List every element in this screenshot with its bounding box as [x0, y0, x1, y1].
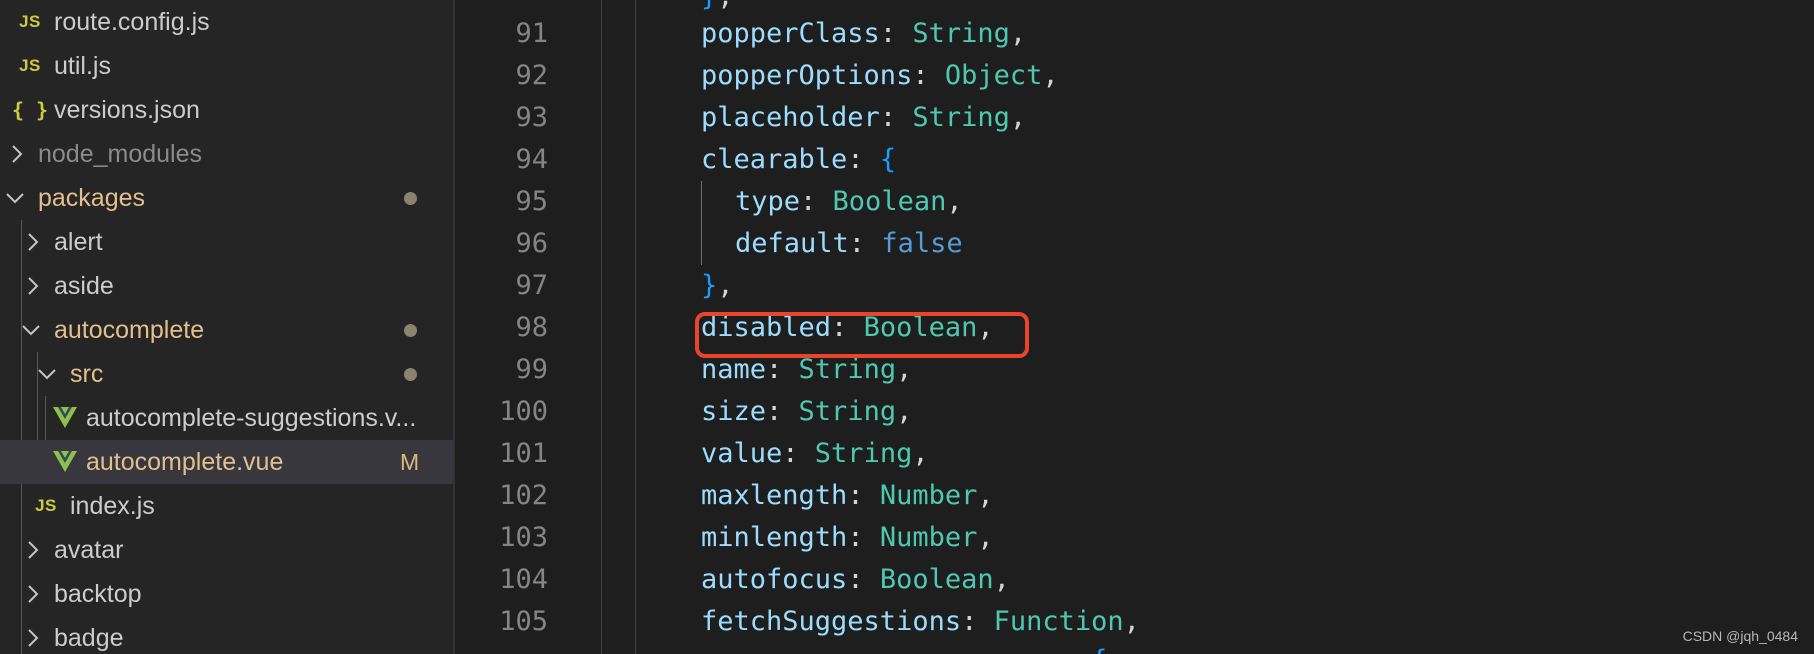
- explorer-folder-packages[interactable]: packages: [0, 176, 453, 220]
- explorer-item-label: src: [70, 360, 104, 388]
- code-line: minlength: Number,: [701, 522, 994, 553]
- chevron-right-icon: [24, 616, 42, 654]
- code-line: value: String,: [701, 438, 929, 469]
- explorer-folder-node-modules[interactable]: node_modules: [0, 132, 453, 176]
- code-line: },: [701, 270, 734, 301]
- line-number: 103: [499, 522, 548, 553]
- code-line: maxlength: Number,: [701, 480, 994, 511]
- explorer-item-label: alert: [54, 228, 103, 256]
- chevron-right-icon: [8, 132, 26, 176]
- code-line: fetchSuggestions: Function,: [701, 606, 1140, 637]
- code-editor[interactable]: }, 91 92 93 94 95 96 97 98 99 100 101 10…: [455, 0, 1814, 654]
- explorer-item-label: autocomplete-suggestions.v...: [86, 404, 417, 432]
- chevron-right-icon: [24, 264, 42, 308]
- explorer-item-label: route.config.js: [54, 8, 210, 36]
- code-line: popperClass: String,: [701, 18, 1027, 49]
- code-line-partial: {: [701, 640, 1107, 654]
- explorer-folder-backtop[interactable]: backtop: [0, 572, 453, 616]
- explorer-folder-autocomplete[interactable]: autocomplete: [0, 308, 453, 352]
- indent-guide: [601, 0, 602, 654]
- explorer-item-route-config[interactable]: JS route.config.js: [0, 0, 453, 44]
- chevron-right-icon: [24, 220, 42, 264]
- explorer-sidebar: JS route.config.js JS util.js { } versio…: [0, 0, 453, 654]
- explorer-folder-badge[interactable]: badge: [0, 616, 453, 654]
- code-line: placeholder: String,: [701, 102, 1027, 133]
- explorer-item-label: packages: [38, 184, 146, 212]
- chevron-right-icon: [24, 572, 42, 616]
- code-line: autofocus: Boolean,: [701, 564, 1010, 595]
- code-line: size: String,: [701, 396, 913, 427]
- vue-file-icon: [52, 440, 78, 484]
- line-number: 94: [515, 144, 548, 175]
- explorer-item-index-js[interactable]: JS index.js: [0, 484, 453, 528]
- chevron-right-icon: [24, 528, 42, 572]
- js-file-icon: JS: [19, 12, 41, 31]
- chevron-down-icon: [4, 176, 26, 220]
- line-number: 97: [515, 270, 548, 301]
- line-number: 92: [515, 60, 548, 91]
- line-number: 95: [515, 186, 548, 217]
- chevron-down-icon: [20, 308, 42, 352]
- chevron-down-icon: [36, 352, 58, 396]
- vscode-window: JS route.config.js JS util.js { } versio…: [0, 0, 1814, 654]
- line-number: 104: [499, 564, 548, 595]
- js-file-icon: JS: [19, 56, 41, 75]
- explorer-folder-alert[interactable]: alert: [0, 220, 453, 264]
- indent-guide: [635, 0, 636, 654]
- line-number: 105: [499, 606, 548, 637]
- line-number: 98: [515, 312, 548, 343]
- explorer-item-label: aside: [54, 272, 114, 300]
- line-number: 96: [515, 228, 548, 259]
- explorer-item-autocomplete-suggestions[interactable]: autocomplete-suggestions.v...: [0, 396, 453, 440]
- vue-file-icon: [52, 396, 78, 440]
- line-number: 101: [499, 438, 548, 469]
- explorer-item-label: node_modules: [38, 140, 203, 168]
- modified-dot-icon: [404, 192, 417, 205]
- json-file-icon: { }: [11, 98, 49, 122]
- explorer-item-label: badge: [54, 624, 124, 652]
- line-number: 93: [515, 102, 548, 133]
- annotation-highlight-box: [695, 312, 1029, 358]
- explorer-folder-aside[interactable]: aside: [0, 264, 453, 308]
- code-line: type: Boolean,: [735, 186, 963, 217]
- code-line: popperOptions: Object,: [701, 60, 1059, 91]
- watermark: CSDN @jqh_0484: [1682, 628, 1798, 644]
- explorer-item-label: index.js: [70, 492, 155, 520]
- line-number: 91: [515, 18, 548, 49]
- indent-guide: [701, 181, 702, 265]
- modified-dot-icon: [404, 324, 417, 337]
- code-line: clearable: {: [701, 144, 897, 175]
- explorer-item-util[interactable]: JS util.js: [0, 44, 453, 88]
- explorer-item-versions-json[interactable]: { } versions.json: [0, 88, 453, 132]
- line-number: 99: [515, 354, 548, 385]
- explorer-item-label: autocomplete: [54, 316, 205, 344]
- git-status-badge: M: [400, 449, 420, 475]
- explorer-item-autocomplete-vue[interactable]: autocomplete.vue M: [0, 440, 453, 484]
- explorer-item-label: avatar: [54, 536, 124, 564]
- explorer-item-label: versions.json: [54, 96, 200, 124]
- explorer-item-label: util.js: [54, 52, 111, 80]
- line-number: 102: [499, 480, 548, 511]
- explorer-folder-avatar[interactable]: avatar: [0, 528, 453, 572]
- explorer-folder-src[interactable]: src: [0, 352, 453, 396]
- explorer-item-label: autocomplete.vue: [86, 448, 284, 476]
- js-file-icon: JS: [35, 496, 57, 515]
- code-line: default: false: [735, 228, 963, 259]
- explorer-item-label: backtop: [54, 580, 142, 608]
- modified-dot-icon: [404, 368, 417, 381]
- line-number: 100: [499, 396, 548, 427]
